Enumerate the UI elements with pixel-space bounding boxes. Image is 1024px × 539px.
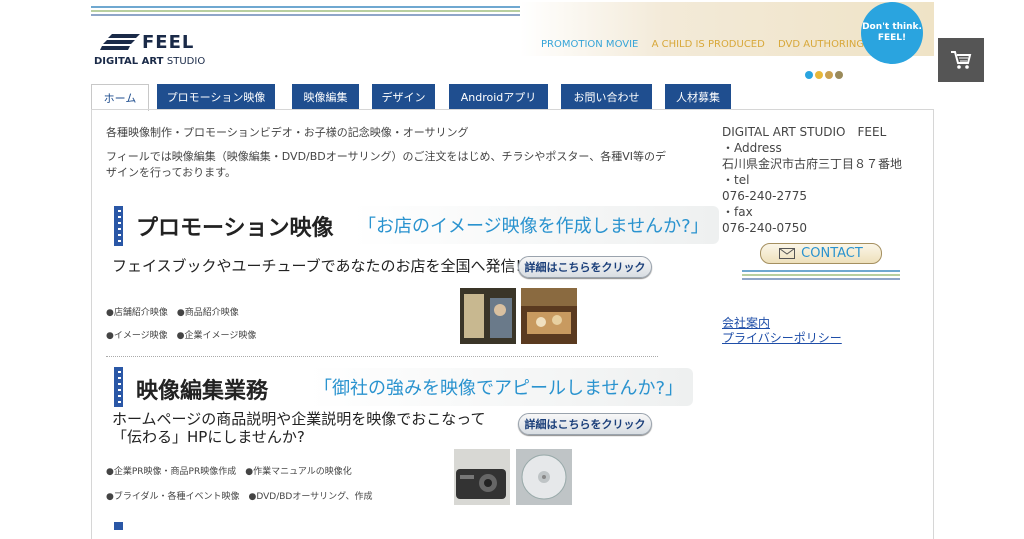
header-links: PROMOTION MOVIE A CHILD IS PRODUCED DVD … — [541, 39, 874, 50]
logo-text: FEEL — [142, 32, 195, 53]
section-lead: ホームページの商品説明や企業説明を映像でおこなって — [112, 410, 486, 428]
section-catchphrase: 「お店のイメージ映像を作成しませんか?」 — [352, 206, 719, 244]
editing-thumbnail-1[interactable] — [454, 449, 510, 505]
company-name: DIGITAL ART STUDIO FEEL — [722, 125, 887, 139]
privacy-link[interactable]: プライバシーポリシー — [722, 329, 842, 346]
address-label: ・Address — [722, 141, 782, 155]
section-promotion: プロモーション映像 「お店のイメージ映像を作成しませんか?」 フェイスブックやユ… — [106, 206, 719, 354]
contact-label: CONTACT — [801, 246, 863, 261]
bullet-line: ●企業PR映像・商品PR映像作成 ●作業マニュアルの映像化 — [106, 467, 352, 477]
dont-think-badge: Don't think. FEEL! — [861, 2, 923, 64]
tel-value: 076-240-2775 — [722, 189, 808, 203]
promo-thumbnail-1[interactable] — [460, 288, 516, 344]
detail-button[interactable]: 詳細はこちらをクリック — [518, 256, 652, 278]
bullet-line: ●ブライダル・各種イベント映像 ●DVD/BDオーサリング、作成 — [106, 492, 373, 502]
tab-contact[interactable]: お問い合わせ — [561, 84, 652, 109]
tab-promotion[interactable]: プロモーション映像 — [157, 84, 275, 109]
color-dots — [805, 64, 845, 83]
cart-icon — [951, 51, 972, 69]
tel-label: ・tel — [722, 173, 750, 187]
section-divider — [106, 356, 658, 357]
header-link-dvd[interactable]: DVD AUTHORING — [778, 39, 864, 50]
section-catchphrase: 「御社の強みを映像でアピールしませんか?」 — [308, 368, 694, 406]
header-link-child[interactable]: A CHILD IS PRODUCED — [652, 39, 765, 50]
tab-editing[interactable]: 映像編集 — [292, 84, 359, 109]
section-bar-icon — [114, 367, 123, 407]
fax-value: 076-240-0750 — [722, 221, 808, 235]
company-info: DIGITAL ART STUDIO FEEL ・Address 石川県金沢市古… — [722, 124, 902, 236]
sidebar-stripes — [742, 270, 900, 282]
section-next — [106, 522, 658, 530]
section-title: プロモーション映像 — [136, 216, 334, 241]
header-link-promotion[interactable]: PROMOTION MOVIE — [541, 39, 638, 50]
tab-android[interactable]: Androidアプリ — [449, 84, 548, 109]
bullet-line: ●店舗紹介映像 ●商品紹介映像 — [106, 308, 239, 318]
tab-recruit[interactable]: 人材募集 — [665, 84, 731, 109]
section-title: 映像編集業務 — [136, 379, 269, 404]
mail-icon — [779, 248, 796, 259]
section-editing: 映像編集業務 「御社の強みを映像でアピールしませんか?」 ホームページの商品説明… — [106, 367, 694, 517]
section-lead: フェイスブックやユーチューブであなたのお店を全国へ発信!! — [112, 257, 528, 275]
promo-thumbnail-2[interactable] — [521, 288, 577, 344]
bullet-line: ●イメージ映像 ●企業イメージ映像 — [106, 331, 257, 341]
section-lead: 「伝わる」HPにしませんか? — [112, 428, 305, 446]
contact-button[interactable]: CONTACT — [760, 243, 882, 264]
logo-mark-icon — [100, 34, 140, 50]
detail-button[interactable]: 詳細はこちらをクリック — [518, 413, 652, 435]
intro-text: フィールでは映像編集（映像編集・DVD/BDオーサリング）のご注文をはじめ、チラ… — [106, 150, 666, 179]
tab-design[interactable]: デザイン — [372, 84, 435, 109]
section-bar-icon — [114, 522, 123, 530]
logo-subtitle: DIGITAL ART STUDIO — [94, 56, 206, 67]
fax-label: ・fax — [722, 205, 753, 219]
cart-button[interactable] — [938, 38, 984, 82]
editing-thumbnail-2[interactable] — [516, 449, 572, 505]
address-value: 石川県金沢市古府三丁目８７番地 — [722, 157, 903, 171]
tab-home[interactable]: ホーム — [91, 84, 149, 111]
section-bar-icon — [114, 206, 123, 246]
intro-line: 各種映像制作・プロモーションビデオ・お子様の記念映像・オーサリング — [106, 126, 469, 139]
